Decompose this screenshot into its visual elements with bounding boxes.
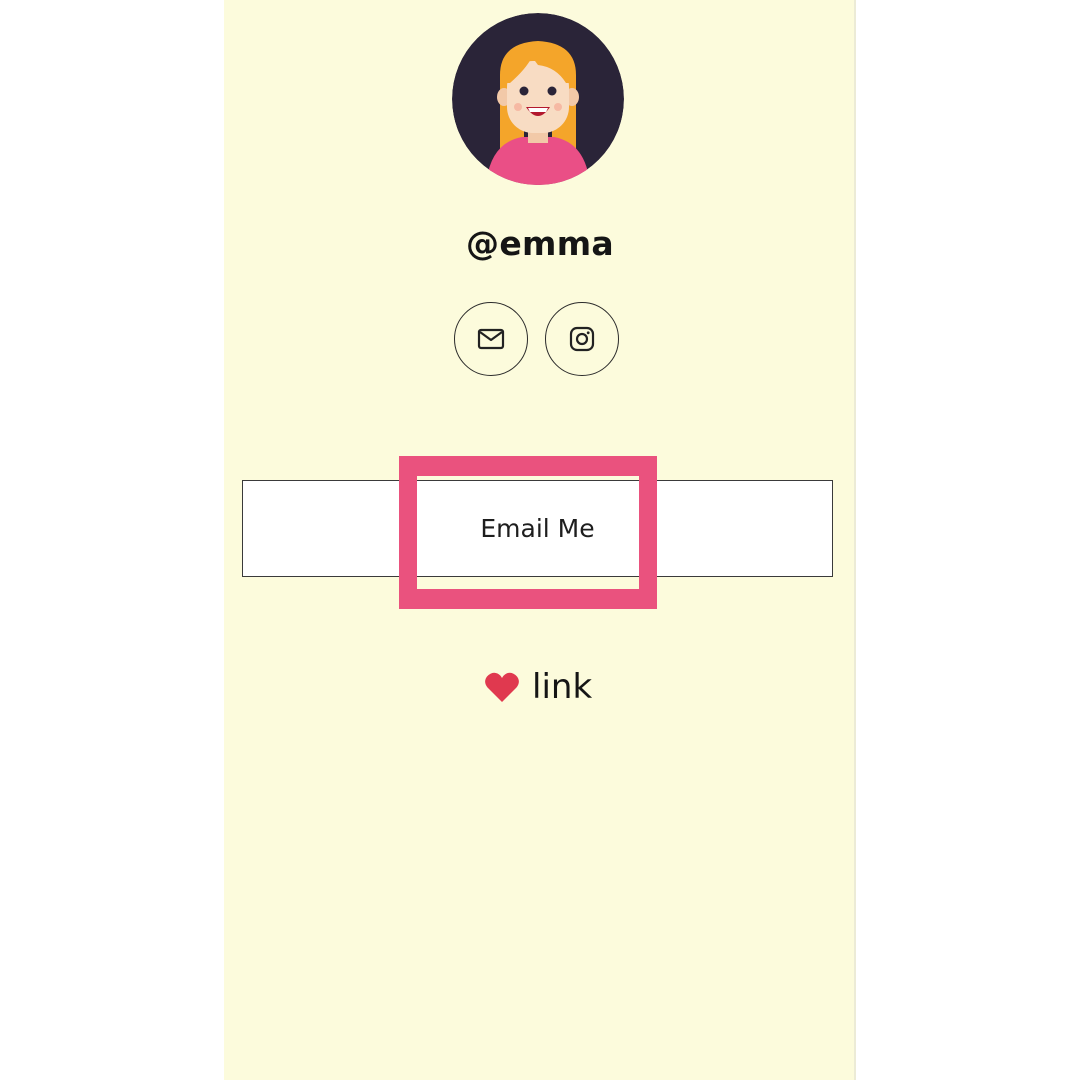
instagram-social-button[interactable] bbox=[545, 302, 619, 376]
footer-link-label: link bbox=[532, 667, 593, 707]
page: @emma Email Me link bbox=[0, 0, 1080, 1080]
instagram-icon bbox=[569, 326, 595, 352]
profile-handle: @emma bbox=[466, 224, 614, 263]
avatar bbox=[452, 13, 624, 185]
mail-icon bbox=[477, 328, 505, 350]
email-me-label: Email Me bbox=[480, 514, 595, 543]
email-social-button[interactable] bbox=[454, 302, 528, 376]
girl-avatar-icon bbox=[452, 13, 624, 185]
heart-icon bbox=[485, 672, 519, 702]
email-me-button[interactable]: Email Me bbox=[242, 480, 833, 577]
footer-link[interactable]: link bbox=[484, 664, 592, 710]
